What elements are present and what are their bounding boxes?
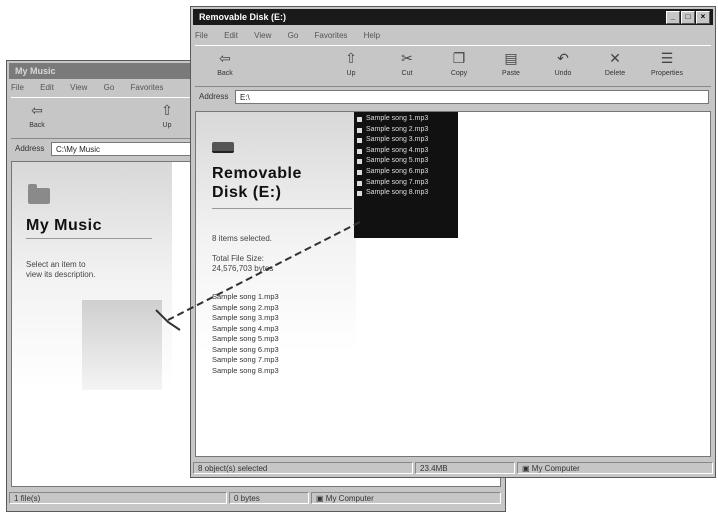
- menu-file[interactable]: File: [195, 29, 208, 43]
- back-arrow-icon: ⇦: [219, 50, 231, 66]
- window-title: My Music: [15, 66, 56, 76]
- address-bar: Address E:\: [195, 89, 711, 107]
- removable-disk-titlebar[interactable]: Removable Disk (E:) _ □ ×: [193, 9, 713, 25]
- drag-item[interactable]: Sample song 5.mp3: [354, 156, 458, 167]
- up-button[interactable]: ⇧ Up: [331, 50, 371, 77]
- menu-file[interactable]: File: [11, 81, 24, 95]
- computer-icon: ▣: [522, 464, 532, 473]
- window-title: Removable Disk (E:): [199, 12, 287, 22]
- panel-divider: [212, 208, 352, 209]
- list-item: Sample song 5.mp3: [212, 334, 279, 343]
- up-label: Up: [346, 70, 356, 77]
- drop-target-ghost: [82, 300, 162, 390]
- drag-item[interactable]: Sample song 2.mp3: [354, 125, 458, 136]
- back-button[interactable]: ⇦ Back: [205, 50, 245, 77]
- menu-bar: File Edit View Go Favorites Help: [195, 29, 711, 43]
- cut-label: Cut: [401, 70, 413, 77]
- list-item: Sample song 8.mp3: [212, 365, 279, 375]
- status-count: 1 file(s): [9, 492, 227, 504]
- back-label: Back: [217, 70, 233, 77]
- address-input[interactable]: E:\: [235, 90, 709, 104]
- panel-title-line1: Removable: [212, 165, 302, 182]
- cut-button[interactable]: ✂ Cut: [387, 50, 427, 77]
- scissors-icon: ✂: [401, 50, 413, 66]
- undo-button[interactable]: ↶ Undo: [543, 50, 583, 77]
- selected-count: 8 items selected.: [212, 234, 273, 243]
- status-location: ▣ My Computer: [311, 492, 501, 504]
- list-item: Sample song 7.mp3: [212, 355, 279, 364]
- panel-hint-1: Select an item to: [26, 260, 86, 269]
- back-label: Back: [29, 122, 45, 129]
- status-size: 0 bytes: [229, 492, 309, 504]
- menu-help[interactable]: Help: [364, 29, 380, 43]
- list-item: Sample song 6.mp3: [212, 344, 279, 354]
- address-label: Address: [199, 92, 229, 101]
- copy-label: Copy: [450, 70, 468, 77]
- properties-label: Properties: [651, 70, 683, 77]
- menu-go[interactable]: Go: [288, 29, 299, 43]
- drag-item[interactable]: Sample song 3.mp3: [354, 135, 458, 146]
- undo-label: Undo: [554, 70, 572, 77]
- title-buttons: _ □ ×: [666, 11, 710, 24]
- drag-item[interactable]: Sample song 4.mp3: [354, 146, 458, 157]
- status-bar: 1 file(s) 0 bytes ▣ My Computer: [9, 491, 503, 505]
- maximize-button[interactable]: □: [681, 11, 695, 24]
- up-button[interactable]: ⇧ Up: [147, 102, 187, 129]
- computer-icon: ▣: [316, 494, 326, 503]
- drag-item[interactable]: Sample song 7.mp3: [354, 178, 458, 189]
- status-location: ▣ My Computer: [517, 462, 713, 474]
- list-item: Sample song 2.mp3: [212, 302, 279, 312]
- panel-divider: [26, 238, 152, 239]
- back-button[interactable]: ⇦ Back: [17, 102, 57, 129]
- copy-button[interactable]: ❐ Copy: [439, 50, 479, 77]
- panel-hint-2: view its description.: [26, 270, 96, 279]
- removable-drive-icon: [212, 142, 234, 153]
- toolbar: ⇦ Back ⇧ Up ✂ Cut ❐ Copy ▤ Paste ↶ Undo …: [195, 45, 711, 87]
- status-location-label: My Computer: [325, 494, 374, 503]
- up-folder-icon: ⇧: [161, 102, 173, 118]
- status-location-label: My Computer: [531, 464, 580, 473]
- menu-view[interactable]: View: [70, 81, 87, 95]
- paste-icon: ▤: [504, 50, 518, 66]
- paste-label: Paste: [502, 70, 520, 77]
- total-size-value: 24,576,703 bytes: [212, 264, 274, 273]
- menu-go[interactable]: Go: [104, 81, 115, 95]
- undo-icon: ↶: [557, 50, 569, 66]
- properties-icon: ☰: [660, 50, 674, 66]
- address-label: Address: [15, 144, 45, 153]
- folder-icon: [28, 184, 50, 204]
- delete-button[interactable]: ✕ Delete: [595, 50, 635, 77]
- removable-disk-window: Removable Disk (E:) _ □ × File Edit View…: [190, 6, 716, 478]
- total-size-label: Total File Size:: [212, 254, 265, 263]
- drag-item[interactable]: Sample song 8.mp3: [354, 188, 458, 199]
- menu-edit[interactable]: Edit: [224, 29, 238, 43]
- list-item: Sample song 3.mp3: [212, 313, 279, 322]
- menu-view[interactable]: View: [254, 29, 271, 43]
- menu-favorites[interactable]: Favorites: [131, 81, 164, 95]
- menu-edit[interactable]: Edit: [40, 81, 54, 95]
- up-label: Up: [162, 122, 172, 129]
- up-folder-icon: ⇧: [345, 50, 357, 66]
- drag-selection[interactable]: Sample song 1.mp3 Sample song 2.mp3 Samp…: [354, 112, 458, 238]
- selected-file-list: Sample song 1.mp3 Sample song 2.mp3 Samp…: [212, 292, 279, 376]
- delete-x-icon: ✕: [609, 50, 621, 66]
- properties-button[interactable]: ☰ Properties: [647, 50, 687, 77]
- panel-title-line2: Disk (E:): [212, 184, 282, 201]
- drag-item[interactable]: Sample song 1.mp3: [354, 114, 458, 125]
- list-item: Sample song 1.mp3: [212, 292, 279, 301]
- back-arrow-icon: ⇦: [31, 102, 43, 118]
- copy-icon: ❐: [452, 50, 466, 66]
- paste-button[interactable]: ▤ Paste: [491, 50, 531, 77]
- status-bar: 8 object(s) selected 23.4MB ▣ My Compute…: [193, 461, 713, 475]
- status-size: 23.4MB: [415, 462, 515, 474]
- panel-title: My Music: [26, 217, 103, 234]
- delete-label: Delete: [604, 70, 626, 77]
- close-button[interactable]: ×: [696, 11, 710, 24]
- menu-favorites[interactable]: Favorites: [315, 29, 348, 43]
- minimize-button[interactable]: _: [666, 11, 680, 24]
- drag-item[interactable]: Sample song 6.mp3: [354, 167, 458, 178]
- list-item: Sample song 4.mp3: [212, 323, 279, 333]
- status-count: 8 object(s) selected: [193, 462, 413, 474]
